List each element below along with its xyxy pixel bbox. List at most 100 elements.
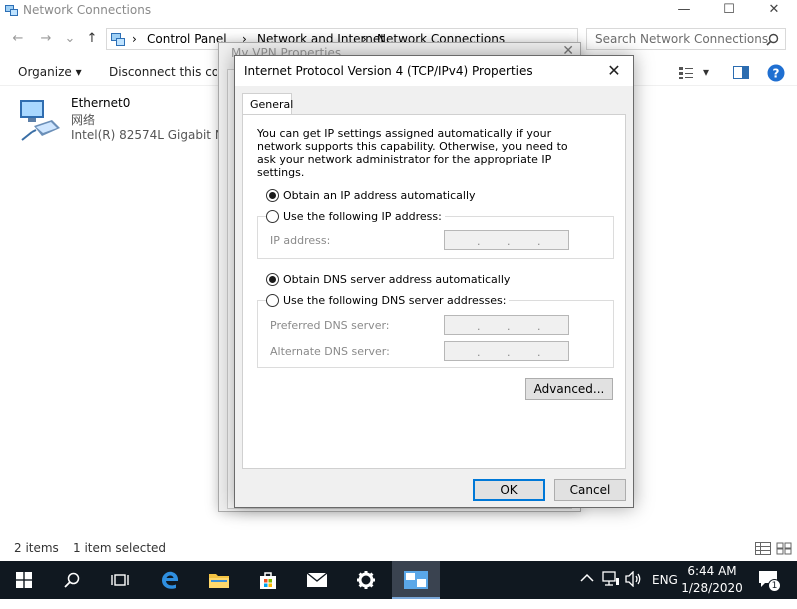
- mail-taskbar-button[interactable]: [293, 561, 341, 599]
- obtain-dns-auto-label: Obtain DNS server address automatically: [283, 273, 511, 286]
- cancel-button[interactable]: Cancel: [554, 479, 626, 501]
- network-connections-icon: [5, 5, 18, 16]
- large-icons-view-icon[interactable]: [776, 542, 792, 555]
- ip-dot: .: [477, 235, 481, 248]
- connection-adapter: Intel(R) 82574L Gigabit Network: [71, 128, 226, 142]
- ethernet-adapter-icon: [20, 100, 60, 141]
- ok-button[interactable]: OK: [473, 479, 545, 501]
- up-button[interactable]: ↑: [84, 30, 100, 48]
- search-icon: [64, 572, 80, 588]
- ip-dot: .: [537, 346, 541, 359]
- tab-general[interactable]: General: [242, 93, 293, 115]
- svg-text:?: ?: [773, 67, 780, 81]
- forward-button[interactable]: →: [38, 30, 54, 48]
- edge-taskbar-button[interactable]: [146, 561, 194, 599]
- windows-logo-icon: [16, 572, 32, 588]
- details-view-icon[interactable]: [755, 542, 771, 555]
- control-panel-icon: [111, 33, 125, 46]
- search-taskbar-button[interactable]: [48, 561, 96, 599]
- back-button[interactable]: ←: [10, 30, 26, 48]
- search-icon: [766, 33, 779, 46]
- clock-time: 6:44 AM: [687, 564, 737, 578]
- search-input[interactable]: Search Network Connections: [586, 28, 786, 50]
- control-panel-taskbar-button[interactable]: [392, 561, 440, 599]
- help-icon[interactable]: ?: [767, 64, 785, 82]
- status-bar: 2 items 1 item selected: [0, 538, 797, 560]
- notification-count-badge: 1: [768, 579, 781, 592]
- clock-date: 1/28/2020: [681, 581, 743, 595]
- dialog-description: You can get IP settings assigned automat…: [257, 127, 568, 179]
- status-selected-count: 1 item selected: [73, 541, 167, 555]
- obtain-ip-auto-label: Obtain an IP address automatically: [283, 189, 476, 202]
- ip-dot: .: [507, 235, 511, 248]
- ip-dot: .: [537, 320, 541, 333]
- task-view-icon: [111, 574, 129, 586]
- settings-taskbar-button[interactable]: [342, 561, 390, 599]
- show-hidden-icons-button[interactable]: [580, 571, 594, 609]
- connection-item-ethernet0[interactable]: Ethernet0 网络 Intel(R) 82574L Gigabit Net…: [16, 96, 226, 148]
- status-item-count: 2 items: [14, 541, 59, 555]
- ip-dot: .: [477, 320, 481, 333]
- obtain-dns-auto-radio[interactable]: Obtain DNS server address automatically: [266, 273, 510, 286]
- preferred-dns-label: Preferred DNS server:: [270, 319, 390, 332]
- window-title: Network Connections: [23, 3, 152, 17]
- dialog-close-button[interactable]: ✕: [603, 60, 625, 82]
- close-button[interactable]: ✕: [751, 0, 797, 22]
- task-view-button[interactable]: [96, 561, 144, 599]
- radio-selected-icon: [266, 273, 279, 286]
- network-wired-icon: [602, 571, 619, 586]
- store-bag-icon: [260, 572, 276, 589]
- connection-name: Ethernet0: [71, 96, 131, 110]
- action-center-button[interactable]: 1: [758, 570, 782, 592]
- breadcrumb-control-panel[interactable]: Control Panel: [147, 32, 227, 46]
- preferred-dns-field[interactable]: ...: [444, 315, 569, 335]
- alternate-dns-field[interactable]: ...: [444, 341, 569, 361]
- preview-pane-icon[interactable]: [733, 66, 749, 79]
- network-tray-button[interactable]: [602, 571, 620, 609]
- volume-tray-button[interactable]: [625, 570, 643, 609]
- file-explorer-taskbar-button[interactable]: [195, 561, 243, 599]
- breadcrumb-separator: ›: [132, 32, 137, 46]
- maximize-button[interactable]: ☐: [706, 0, 752, 22]
- minimize-button[interactable]: —: [661, 0, 707, 22]
- search-placeholder: Search Network Connections: [595, 32, 769, 46]
- chevron-up-icon: [580, 573, 594, 582]
- view-options-chevron[interactable]: ▾: [703, 65, 709, 79]
- change-view-icon[interactable]: [678, 66, 694, 80]
- organize-button[interactable]: Organize ▾: [18, 65, 82, 79]
- dialog-title: Internet Protocol Version 4 (TCP/IPv4) P…: [244, 64, 533, 78]
- clock[interactable]: 6:44 AM 1/28/2020: [680, 563, 744, 597]
- radio-unselected-icon: [266, 210, 279, 223]
- title-bar: Network Connections — ☐ ✕: [0, 0, 797, 22]
- ip-address-label: IP address:: [270, 234, 331, 247]
- input-language[interactable]: ENG: [652, 561, 678, 599]
- ip-dot: .: [507, 346, 511, 359]
- start-button[interactable]: [0, 561, 48, 599]
- dialog-title-bar: Internet Protocol Version 4 (TCP/IPv4) P…: [235, 56, 633, 86]
- use-following-ip-label: Use the following IP address:: [283, 210, 442, 223]
- use-following-ip-radio[interactable]: Use the following IP address:: [266, 210, 445, 223]
- advanced-button[interactable]: Advanced...: [525, 378, 613, 400]
- gear-icon: [357, 571, 375, 589]
- folder-icon: [209, 574, 229, 588]
- obtain-ip-auto-radio[interactable]: Obtain an IP address automatically: [266, 189, 476, 202]
- ip-dot: .: [537, 235, 541, 248]
- radio-unselected-icon: [266, 294, 279, 307]
- use-following-dns-label: Use the following DNS server addresses:: [283, 294, 507, 307]
- connection-network: 网络: [71, 113, 96, 127]
- recent-locations-button[interactable]: ⌄: [62, 30, 78, 48]
- general-tab-pane: You can get IP settings assigned automat…: [242, 114, 626, 469]
- ipv4-properties-dialog: Internet Protocol Version 4 (TCP/IPv4) P…: [234, 55, 634, 508]
- use-following-dns-radio[interactable]: Use the following DNS server addresses:: [266, 294, 510, 307]
- mail-icon: [306, 572, 328, 587]
- disconnect-button[interactable]: Disconnect this conn: [109, 65, 217, 79]
- edge-icon: [162, 571, 179, 589]
- ip-dot: .: [477, 346, 481, 359]
- alternate-dns-label: Alternate DNS server:: [270, 345, 390, 358]
- ip-address-field[interactable]: ...: [444, 230, 569, 250]
- store-taskbar-button[interactable]: [244, 561, 292, 599]
- speaker-icon: [625, 570, 641, 588]
- ip-dot: .: [507, 320, 511, 333]
- radio-selected-icon: [266, 189, 279, 202]
- network-connections-icon: [404, 571, 428, 589]
